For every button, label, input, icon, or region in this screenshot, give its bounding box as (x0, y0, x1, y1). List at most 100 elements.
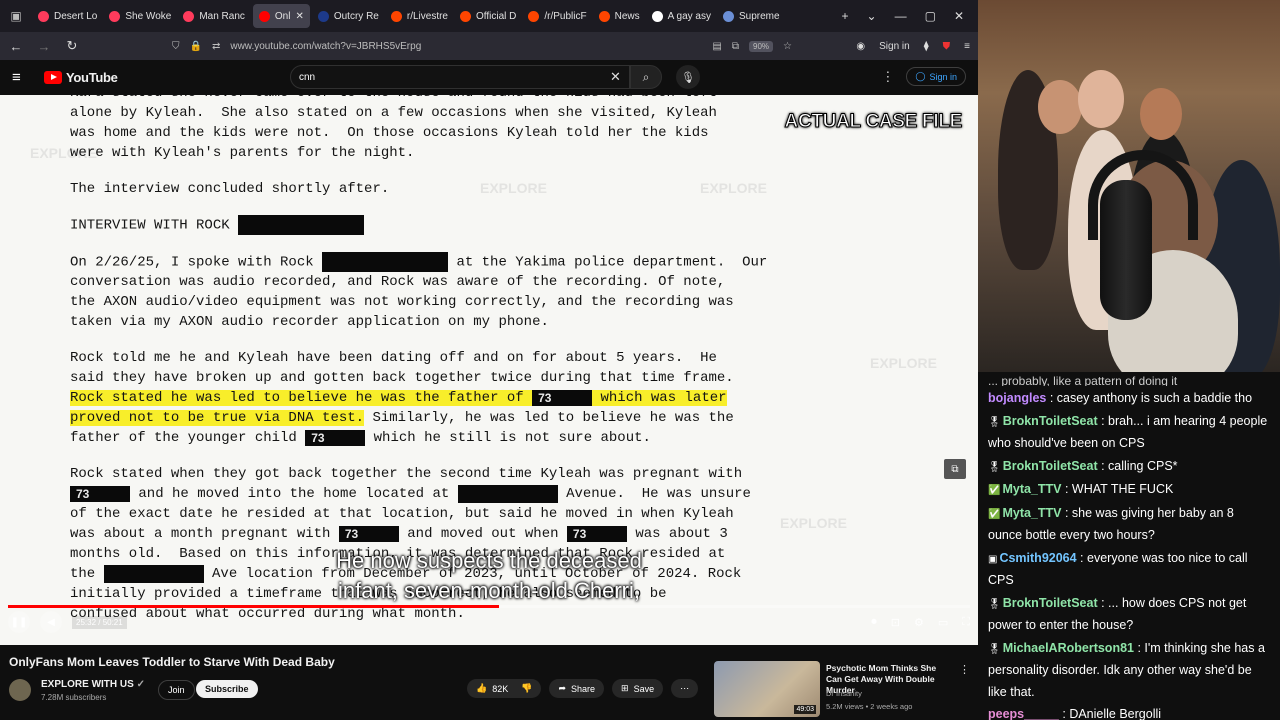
miniplayer-icon[interactable]: ⧉ (944, 459, 966, 479)
browser-tab[interactable]: Outcry Re (312, 0, 385, 32)
tab-label: Man Ranc (199, 10, 245, 22)
thumbs-down-icon[interactable]: 👎 (521, 683, 532, 694)
clear-search-icon[interactable]: ✕ (610, 69, 621, 85)
chat-username[interactable]: Csmith92064 (999, 551, 1076, 565)
search-button[interactable]: ⌕ (630, 65, 662, 89)
extensions-icon[interactable]: ⧫ (924, 41, 929, 52)
account-icon[interactable]: ◉ (856, 41, 865, 52)
like-button[interactable]: 👍 82K 👎 (467, 679, 542, 698)
maximize-icon[interactable]: ▢ (925, 9, 936, 23)
chat-username[interactable]: BroknToiletSeat (1003, 459, 1098, 473)
youtube-header: ≡ YouTube cnn ✕ ⌕ 🎙 ⋮ ◯ Sign in (0, 60, 978, 95)
browser-tab[interactable]: /r/PublicF (522, 0, 592, 32)
chat-username[interactable]: Myta_TTV (1002, 482, 1061, 496)
more-actions-button[interactable]: ⋯ (671, 679, 699, 698)
channel-name-text[interactable]: EXPLORE WITH US (41, 679, 134, 690)
video-player[interactable]: EXPLORE EXPLORE EXPLORE EXPLORE EXPLORE … (0, 95, 978, 645)
reload-icon[interactable]: ↻ (64, 38, 80, 54)
app-menu-icon[interactable]: ≡ (964, 41, 970, 52)
tab-overview-icon[interactable]: ▣ (0, 0, 32, 32)
volume-button[interactable]: ◀ (40, 611, 62, 633)
redaction-bar (238, 215, 365, 235)
tab-list-chevron-icon[interactable]: ⌄ (867, 9, 877, 23)
address-bar[interactable]: ⛉ 🔒 ⇄ www.youtube.com/watch?v=JBRHS5vErp… (172, 40, 792, 52)
share-button[interactable]: ➦ Share (549, 679, 605, 698)
url-text[interactable]: www.youtube.com/watch?v=JBRHS5vErpg (230, 41, 421, 52)
chat-message: 🎖 BroknToiletSeat : ... how does CPS not … (988, 593, 1270, 637)
reader-view-icon[interactable]: ▤ (712, 41, 721, 52)
case-file-document: Kara stated she never came over to the h… (70, 95, 890, 624)
tab-favicon-icon (528, 10, 540, 22)
chat-message: ▣ Csmith92064 : everyone was too nice to … (988, 548, 1270, 592)
live-chat: ... probably, like a pattern of doing it… (978, 372, 1280, 720)
subscribe-button[interactable]: Subscribe (196, 680, 258, 698)
rec-thumbnail[interactable]: 49:03 (714, 661, 820, 717)
volume-icon: ◀ (47, 616, 55, 628)
browser-tab[interactable]: She Woke (103, 0, 177, 32)
save-button[interactable]: ⊞ Save (612, 679, 664, 698)
chat-username[interactable]: bojangles (988, 391, 1046, 405)
chat-badge-icon: 🎖 (988, 416, 1001, 428)
fullscreen-icon[interactable]: ⛶ (962, 616, 970, 629)
channel-name[interactable]: EXPLORE WITH US ✓ (41, 679, 145, 690)
shield-icon[interactable]: ⛉ (172, 41, 180, 52)
doc-text: at the Yakima police department. Our (456, 254, 768, 271)
permissions-icon[interactable]: ⇄ (212, 41, 220, 52)
guide-menu-icon[interactable]: ≡ (12, 69, 32, 86)
rec-menu-icon[interactable]: ⋮ (959, 663, 970, 676)
zoom-level[interactable]: 90% (749, 40, 774, 52)
lock-icon[interactable]: 🔒 (190, 41, 202, 52)
search-input[interactable]: cnn (290, 65, 630, 89)
chat-text: calling CPS* (1108, 458, 1178, 473)
autoplay-toggle-icon[interactable]: ⏺ (871, 616, 877, 629)
subtitle-line: He now suspects the deceased (336, 548, 642, 573)
youtube-signin-button[interactable]: ◯ Sign in (906, 67, 966, 86)
minimize-icon[interactable]: — (895, 9, 907, 23)
settings-kebab-icon[interactable]: ⋮ (881, 69, 894, 85)
browser-tab[interactable]: Supreme (717, 0, 786, 32)
browser-tab[interactable]: News (593, 0, 646, 32)
doc-line: Rock stated when they got back together … (70, 466, 743, 483)
forward-icon[interactable]: → (36, 39, 52, 54)
browser-signin[interactable]: Sign in (879, 41, 910, 52)
settings-gear-icon[interactable]: ⚙ (914, 616, 924, 629)
like-count: 82K (492, 683, 509, 694)
browser-tab[interactable]: Onl ✕ (252, 4, 310, 28)
pause-button[interactable]: ❚❚ (8, 611, 30, 633)
tab-favicon-icon (722, 10, 734, 22)
theater-mode-icon[interactable]: ▭ (938, 616, 948, 629)
chat-username[interactable]: peeps_____ (988, 707, 1059, 720)
youtube-logo[interactable]: YouTube (44, 70, 118, 85)
browser-tab[interactable]: r/Livestre (385, 0, 454, 32)
close-tab-icon[interactable]: ✕ (295, 11, 303, 22)
recommended-video[interactable]: 49:03 Psychotic Mom Thinks She Can Get A… (714, 661, 974, 717)
tab-label: /r/PublicF (544, 10, 587, 22)
thumbs-up-icon: 👍 (476, 683, 488, 693)
back-icon[interactable]: ← (8, 39, 24, 54)
channel-avatar[interactable] (9, 679, 31, 701)
close-window-icon[interactable]: ✕ (954, 9, 964, 23)
voice-search-button[interactable]: 🎙 (676, 65, 700, 89)
browser-tab[interactable]: A gay asy (646, 0, 717, 32)
youtube-signin-label: Sign in (929, 71, 957, 82)
redaction-bar (322, 251, 449, 272)
ublock-icon[interactable]: ⛊ (943, 41, 951, 52)
browser-tab[interactable]: Official D (454, 0, 522, 32)
chat-separator: : (1061, 482, 1072, 496)
tab-favicon-icon (38, 10, 49, 22)
chat-username[interactable]: BroknToiletSeat (1003, 414, 1098, 428)
new-tab-icon[interactable]: + (842, 9, 849, 23)
progress-bar[interactable] (8, 605, 970, 608)
join-button[interactable]: Join (158, 680, 195, 700)
tab-label: Onl (274, 10, 291, 22)
browser-tab[interactable]: Desert Lo (32, 0, 103, 32)
chat-username[interactable]: BroknToiletSeat (1003, 596, 1098, 610)
browser-tab[interactable]: Man Ranc (177, 0, 251, 32)
chat-username[interactable]: Myta_TTV (1002, 506, 1061, 520)
webcam-feed (978, 0, 1280, 372)
chat-username[interactable]: MichaelARobertson81 (1003, 641, 1134, 655)
action-bar: 👍 82K 👎 ➦ Share ⊞ Save ⋯ (467, 679, 699, 698)
bookmark-star-icon[interactable]: ☆ (783, 41, 792, 52)
screenshot-icon[interactable]: ⧉ (732, 41, 739, 52)
subtitles-icon[interactable]: ⊡ (891, 616, 900, 629)
